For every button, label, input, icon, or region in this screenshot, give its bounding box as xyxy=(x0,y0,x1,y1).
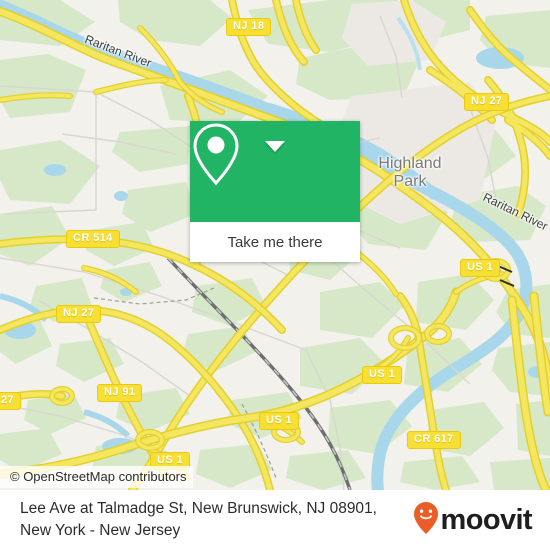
road-shield-nj-18[interactable]: NJ 18 xyxy=(226,18,272,36)
popup-header xyxy=(190,121,360,222)
moovit-logo[interactable]: moovit xyxy=(413,501,538,540)
attribution-text[interactable]: © OpenStreetMap contributors xyxy=(0,466,193,488)
location-title-line1: Lee Ave at Talmadge St, New Brunswick, N… xyxy=(20,500,377,517)
location-title: Lee Ave at Talmadge St, New Brunswick, N… xyxy=(20,498,413,542)
moovit-wordmark: moovit xyxy=(440,504,533,536)
road-shield-27[interactable]: 27 xyxy=(0,392,22,410)
take-me-there-label: Take me there xyxy=(227,233,323,251)
road-shield-us-1[interactable]: US 1 xyxy=(460,259,501,277)
road-shield-cr-617[interactable]: CR 617 xyxy=(407,431,461,449)
popup-action[interactable]: Take me there xyxy=(190,222,360,262)
road-shield-nj-27[interactable]: NJ 27 xyxy=(464,93,510,111)
road-shield-us-1[interactable]: US 1 xyxy=(259,412,300,430)
road-shield-cr-514[interactable]: CR 514 xyxy=(66,230,120,248)
popup-tail xyxy=(265,141,285,152)
moovit-pin-icon xyxy=(413,501,439,540)
footer-bar: Lee Ave at Talmadge St, New Brunswick, N… xyxy=(0,490,550,550)
map-canvas[interactable]: Raritan River Raritan River Highland Par… xyxy=(0,0,550,490)
road-shield-nj-91[interactable]: NJ 91 xyxy=(97,384,143,402)
road-shield-us-1[interactable]: US 1 xyxy=(362,366,403,384)
location-title-line2: New York - New Jersey xyxy=(20,522,181,539)
map-screenshot: Raritan River Raritan River Highland Par… xyxy=(0,0,550,550)
road-shield-nj-27[interactable]: NJ 27 xyxy=(56,305,102,323)
